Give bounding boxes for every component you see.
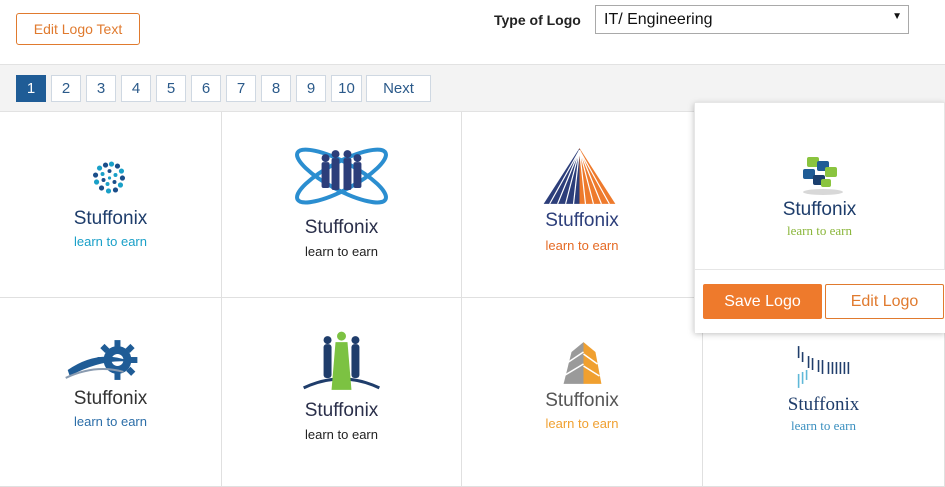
brand-name: Stuffonix: [782, 199, 857, 220]
page-button-6[interactable]: 6: [191, 75, 221, 102]
brand-tagline: learn to earn: [791, 418, 856, 433]
logo-card[interactable]: Stuffonix learn to earn: [462, 112, 703, 298]
brand-name: Stuffonix: [787, 394, 860, 415]
logo-card[interactable]: Stuffonix learn to earn: [0, 298, 222, 487]
team-orbit-icon: [295, 147, 388, 205]
logo-card[interactable]: Stuffonix learn to earn: [0, 112, 222, 298]
brand-tagline: learn to earn: [305, 427, 378, 442]
building-block-icon: [563, 342, 602, 384]
barcode-wave-icon: [797, 346, 850, 388]
logo-type-select[interactable]: IT/ Engineering ▼: [595, 5, 909, 34]
edit-logo-button[interactable]: Edit Logo: [825, 284, 944, 319]
page-button-4[interactable]: 4: [121, 75, 151, 102]
page-button-8[interactable]: 8: [261, 75, 291, 102]
logo-maker-page: Edit Logo Text Type of Logo IT/ Engineer…: [0, 0, 945, 487]
brand-tagline: learn to earn: [545, 238, 619, 253]
brand-tagline: learn to earn: [787, 223, 852, 238]
logo-type-label: Type of Logo: [494, 12, 581, 28]
logo-card[interactable]: Stuffonix learn to earn: [222, 298, 462, 487]
brand-name: Stuffonix: [545, 390, 619, 411]
logo-preview-popup: Stuffonix learn to earn Save Logo Edit L…: [694, 102, 945, 333]
brand-tagline: learn to earn: [74, 414, 147, 429]
people-silhouette-icon: [303, 331, 380, 390]
brand-name: Stuffonix: [73, 388, 148, 409]
puzzle-cross-icon: [803, 157, 843, 195]
brand-name: Stuffonix: [304, 217, 379, 238]
page-button-2[interactable]: 2: [51, 75, 81, 102]
logo-card[interactable]: Stuffonix learn to earn: [462, 298, 703, 487]
next-page-button[interactable]: Next: [366, 75, 431, 102]
brand-name: Stuffonix: [73, 208, 148, 229]
brand-name: Stuffonix: [545, 210, 619, 231]
page-button-3[interactable]: 3: [86, 75, 116, 102]
logo-type-value: IT/ Engineering: [604, 11, 713, 28]
page-button-9[interactable]: 9: [296, 75, 326, 102]
triangle-rays-icon: [543, 148, 616, 205]
edit-logo-text-button[interactable]: Edit Logo Text: [16, 13, 140, 45]
dot-burst-icon: [92, 161, 126, 194]
brand-tagline: learn to earn: [74, 234, 147, 249]
brand-name: Stuffonix: [304, 400, 379, 421]
popup-actions: Save Logo Edit Logo: [695, 269, 945, 333]
top-toolbar: Edit Logo Text Type of Logo IT/ Engineer…: [0, 0, 945, 64]
dropdown-arrow-icon: ▼: [892, 11, 902, 22]
save-logo-button[interactable]: Save Logo: [703, 284, 822, 319]
logo-card[interactable]: Stuffonix learn to earn: [222, 112, 462, 298]
brand-tagline: learn to earn: [545, 416, 619, 431]
page-button-5[interactable]: 5: [156, 75, 186, 102]
page-button-1[interactable]: 1: [16, 75, 46, 102]
page-button-10[interactable]: 10: [331, 75, 362, 102]
page-button-7[interactable]: 7: [226, 75, 256, 102]
gear-swoosh-icon: [65, 340, 138, 380]
brand-tagline: learn to earn: [305, 244, 378, 259]
